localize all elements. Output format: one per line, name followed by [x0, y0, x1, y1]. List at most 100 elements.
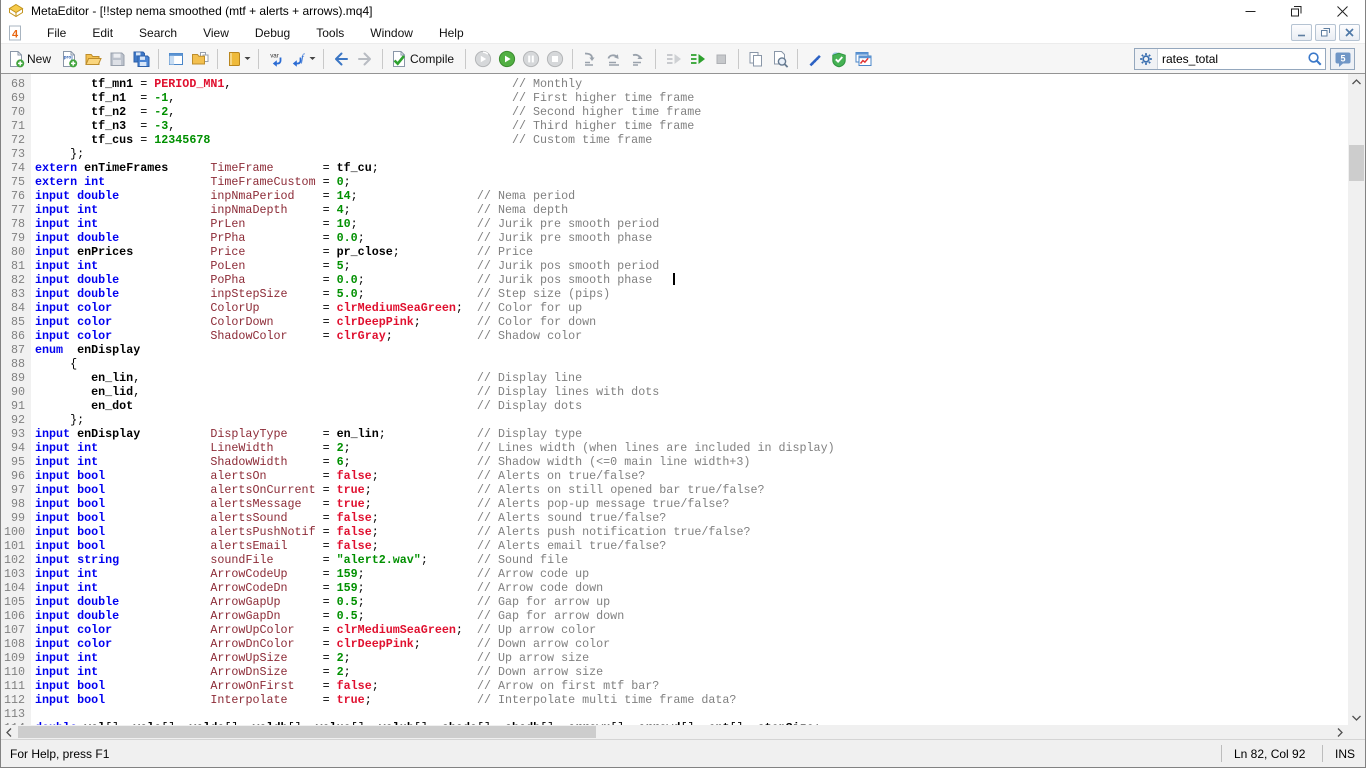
horizontal-scrollbar[interactable]: [1, 725, 1365, 739]
scroll-down-button[interactable]: [1348, 710, 1365, 725]
code-line[interactable]: 79input double PrPha = 0.0; // Jurik pre…: [1, 231, 1348, 245]
layout-icon: [167, 50, 185, 68]
code-line[interactable]: 100input bool alertsPushNotif = false; /…: [1, 525, 1348, 539]
code-line[interactable]: 77input int inpNmaDepth = 4; // Nema dep…: [1, 203, 1348, 217]
search-submit-button[interactable]: [1303, 50, 1325, 67]
compile-button[interactable]: Compile: [388, 47, 460, 71]
window-close-button[interactable]: [1319, 0, 1365, 22]
step-over-button[interactable]: [602, 47, 626, 71]
open-chart-button[interactable]: [851, 47, 875, 71]
vertical-scroll-thumb[interactable]: [1349, 145, 1364, 181]
code-line[interactable]: 87enum enDisplay: [1, 343, 1348, 357]
code-line[interactable]: 92 };: [1, 413, 1348, 427]
horizontal-scroll-thumb[interactable]: [18, 726, 596, 738]
search-settings-button[interactable]: [1135, 49, 1158, 69]
horizontal-scroll-track[interactable]: [17, 725, 1332, 739]
search-input[interactable]: [1158, 52, 1303, 66]
code-line[interactable]: 74extern enTimeFrames TimeFrame = tf_cu;: [1, 161, 1348, 175]
code-line[interactable]: 88 {: [1, 357, 1348, 371]
code-line[interactable]: 80input enPrices Price = pr_close; // Pr…: [1, 245, 1348, 259]
code-line[interactable]: 91 en_dot // Display dots: [1, 399, 1348, 413]
step-out-button[interactable]: [626, 47, 650, 71]
code-line[interactable]: 97input bool alertsOnCurrent = true; // …: [1, 483, 1348, 497]
step-into-button[interactable]: [578, 47, 602, 71]
code-line[interactable]: 86input color ShadowColor = clrGray; // …: [1, 329, 1348, 343]
code-line[interactable]: 108input color ArrowDnColor = clrDeepPin…: [1, 637, 1348, 651]
code-line[interactable]: 98input bool alertsMessage = true; // Al…: [1, 497, 1348, 511]
code-line[interactable]: 107input color ArrowUpColor = clrMediumS…: [1, 623, 1348, 637]
print-preview-button[interactable]: [768, 47, 792, 71]
save-all-button[interactable]: [129, 47, 153, 71]
code-line[interactable]: 83input double inpStepSize = 5.0; // Ste…: [1, 287, 1348, 301]
code-line[interactable]: 99input bool alertsSound = false; // Ale…: [1, 511, 1348, 525]
document-restore-button[interactable]: [1315, 24, 1336, 41]
vertical-scrollbar[interactable]: [1348, 74, 1365, 725]
vertical-scroll-track[interactable]: [1348, 89, 1365, 710]
code-line[interactable]: 89 en_lin, // Display line: [1, 371, 1348, 385]
code-line[interactable]: 103input int ArrowCodeUp = 159; // Arrow…: [1, 567, 1348, 581]
document-minimize-button[interactable]: [1291, 24, 1312, 41]
code-line[interactable]: 112input bool Interpolate = true; // Int…: [1, 693, 1348, 707]
code-line[interactable]: 94input int LineWidth = 2; // Lines widt…: [1, 441, 1348, 455]
code-line[interactable]: 81input int PoLen = 5; // Jurik pos smoo…: [1, 259, 1348, 273]
menu-help[interactable]: Help: [426, 22, 477, 43]
menu-tools[interactable]: Tools: [303, 22, 357, 43]
code-line[interactable]: 95input int ShadowWidth = 6; // Shadow w…: [1, 455, 1348, 469]
menu-search[interactable]: Search: [126, 22, 190, 43]
code-line[interactable]: 69 tf_n1 = -1, // First higher time fram…: [1, 91, 1348, 105]
start-debugging-button[interactable]: [495, 47, 519, 71]
mql5-community-button[interactable]: 5: [1330, 48, 1355, 70]
scroll-right-button[interactable]: [1332, 725, 1348, 739]
code-line[interactable]: 72 tf_cus = 12345678 // Custom time fram…: [1, 133, 1348, 147]
code-line[interactable]: 78input int PrLen = 10; // Jurik pre smo…: [1, 217, 1348, 231]
code-line[interactable]: 70 tf_n2 = -2, // Second higher time fra…: [1, 105, 1348, 119]
code-line[interactable]: 73 };: [1, 147, 1348, 161]
code-editor[interactable]: 68 tf_mn1 = PERIOD_MN1, // Monthly69 tf_…: [1, 74, 1348, 725]
navigate-back-button[interactable]: [329, 47, 353, 71]
document-close-button[interactable]: [1339, 24, 1360, 41]
code-line[interactable]: 113: [1, 707, 1348, 721]
code-line[interactable]: 68 tf_mn1 = PERIOD_MN1, // Monthly: [1, 77, 1348, 91]
copy-button[interactable]: [744, 47, 768, 71]
virtual-hosting-button[interactable]: [827, 47, 851, 71]
code-line[interactable]: 84input color ColorUp = clrMediumSeaGree…: [1, 301, 1348, 315]
menu-edit[interactable]: Edit: [79, 22, 126, 43]
scroll-up-button[interactable]: [1348, 74, 1365, 89]
code-line[interactable]: 82input double PoPha = 0.0; // Jurik pos…: [1, 273, 1348, 287]
menu-debug[interactable]: Debug: [242, 22, 303, 43]
code-line[interactable]: 106input double ArrowGapDn = 0.5; // Gap…: [1, 609, 1348, 623]
window-restore-button[interactable]: [1273, 0, 1319, 22]
reference-book-button[interactable]: [223, 47, 253, 71]
code-line[interactable]: 109input int ArrowUpSize = 2; // Up arro…: [1, 651, 1348, 665]
dropdown-caret-icon[interactable]: [244, 56, 251, 61]
open-file-button[interactable]: [81, 47, 105, 71]
toggle-toolbox-button[interactable]: [164, 47, 188, 71]
code-line[interactable]: 90 en_lid, // Display lines with dots: [1, 385, 1348, 399]
code-line[interactable]: 110input int ArrowDnSize = 2; // Down ar…: [1, 665, 1348, 679]
code-line[interactable]: 93input enDisplay DisplayType = en_lin; …: [1, 427, 1348, 441]
window-minimize-button[interactable]: [1227, 0, 1273, 22]
code-line[interactable]: 102input string soundFile = "alert2.wav"…: [1, 553, 1348, 567]
navigator-button[interactable]: [188, 47, 212, 71]
code-line[interactable]: 101input bool alertsEmail = false; // Al…: [1, 539, 1348, 553]
code-line[interactable]: 75extern int TimeFrameCustom = 0;: [1, 175, 1348, 189]
menu-view[interactable]: View: [190, 22, 242, 43]
new-project-button[interactable]: proj: [57, 47, 81, 71]
code-line[interactable]: 85input color ColorDown = clrDeepPink; /…: [1, 315, 1348, 329]
scroll-left-button[interactable]: [1, 725, 17, 739]
code-line[interactable]: 76input double inpNmaPeriod = 14; // Nem…: [1, 189, 1348, 203]
continue-button[interactable]: [685, 47, 709, 71]
code-line[interactable]: 96input bool alertsOn = false; // Alerts…: [1, 469, 1348, 483]
menu-file[interactable]: File: [34, 22, 79, 43]
code-line[interactable]: 111input bool ArrowOnFirst = false; // A…: [1, 679, 1348, 693]
dropdown-caret-icon[interactable]: [309, 56, 316, 61]
goto-function-button[interactable]: f: [288, 47, 318, 71]
menu-bar: 4 FileEditSearchViewDebugToolsWindowHelp: [1, 22, 1365, 44]
styler-button[interactable]: [803, 47, 827, 71]
menu-window[interactable]: Window: [357, 22, 426, 43]
code-line[interactable]: 105input double ArrowGapUp = 0.5; // Gap…: [1, 595, 1348, 609]
new-file-button[interactable]: New: [5, 47, 57, 71]
goto-variable-button[interactable]: var: [264, 47, 288, 71]
code-line[interactable]: 104input int ArrowCodeDn = 159; // Arrow…: [1, 581, 1348, 595]
code-line[interactable]: 71 tf_n3 = -3, // Third higher time fram…: [1, 119, 1348, 133]
